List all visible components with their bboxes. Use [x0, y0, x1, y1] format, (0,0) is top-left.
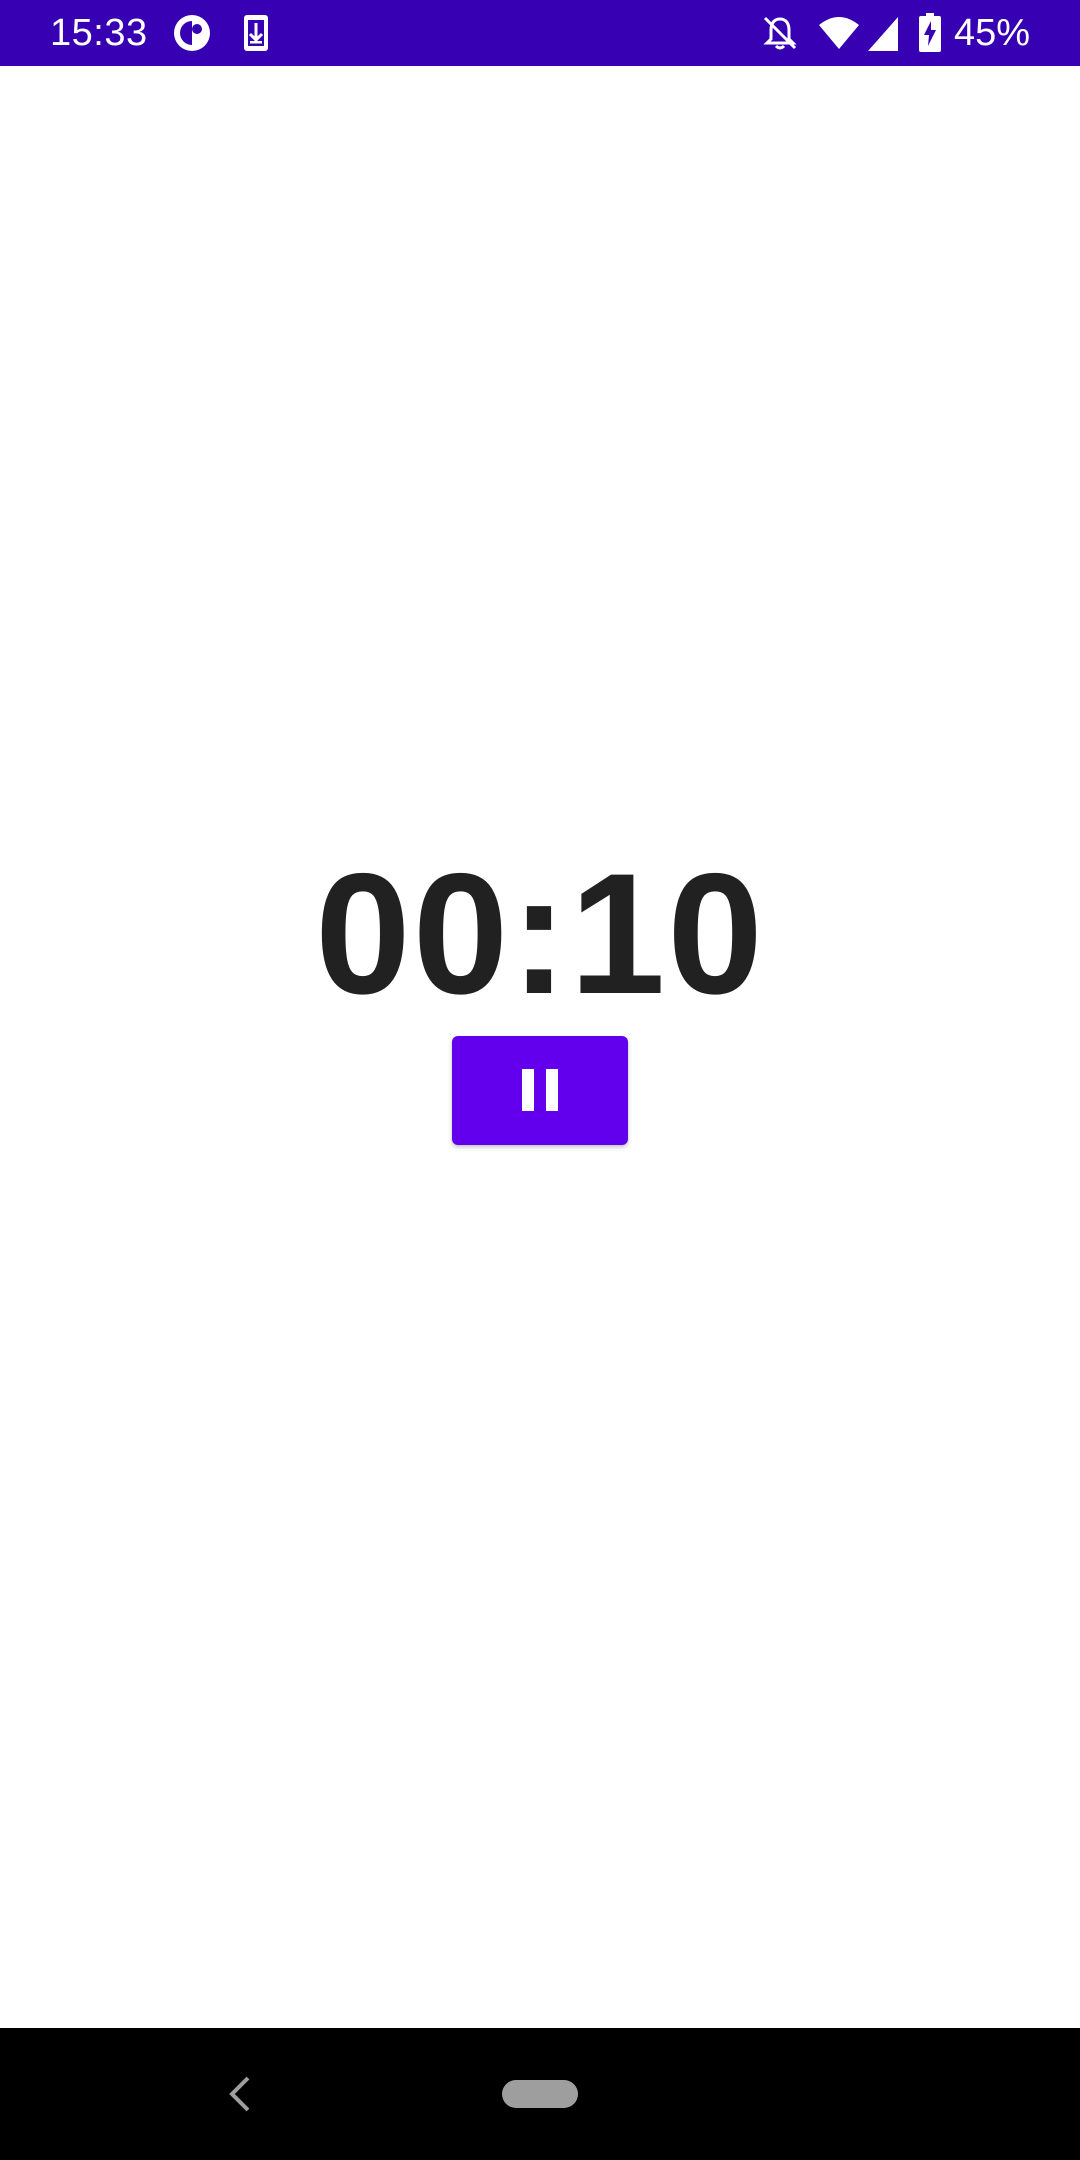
pause-icon	[522, 1069, 558, 1111]
status-bar: 15:33 45%	[0, 0, 1080, 66]
timer-display: 00:10	[315, 838, 765, 1030]
download-icon	[236, 13, 276, 53]
status-time: 15:33	[50, 12, 148, 54]
battery-charging-icon	[918, 13, 942, 53]
battery-percentage: 45%	[953, 12, 1030, 54]
home-pill[interactable]	[502, 2080, 578, 2108]
pause-button[interactable]	[452, 1036, 628, 1145]
circle-app-icon	[172, 13, 212, 53]
notifications-off-icon	[760, 13, 800, 53]
signal-icon	[866, 13, 900, 53]
wifi-icon	[818, 13, 860, 53]
screen: 15:33 45% 00:10	[0, 0, 1080, 2160]
back-icon[interactable]	[224, 2074, 254, 2114]
